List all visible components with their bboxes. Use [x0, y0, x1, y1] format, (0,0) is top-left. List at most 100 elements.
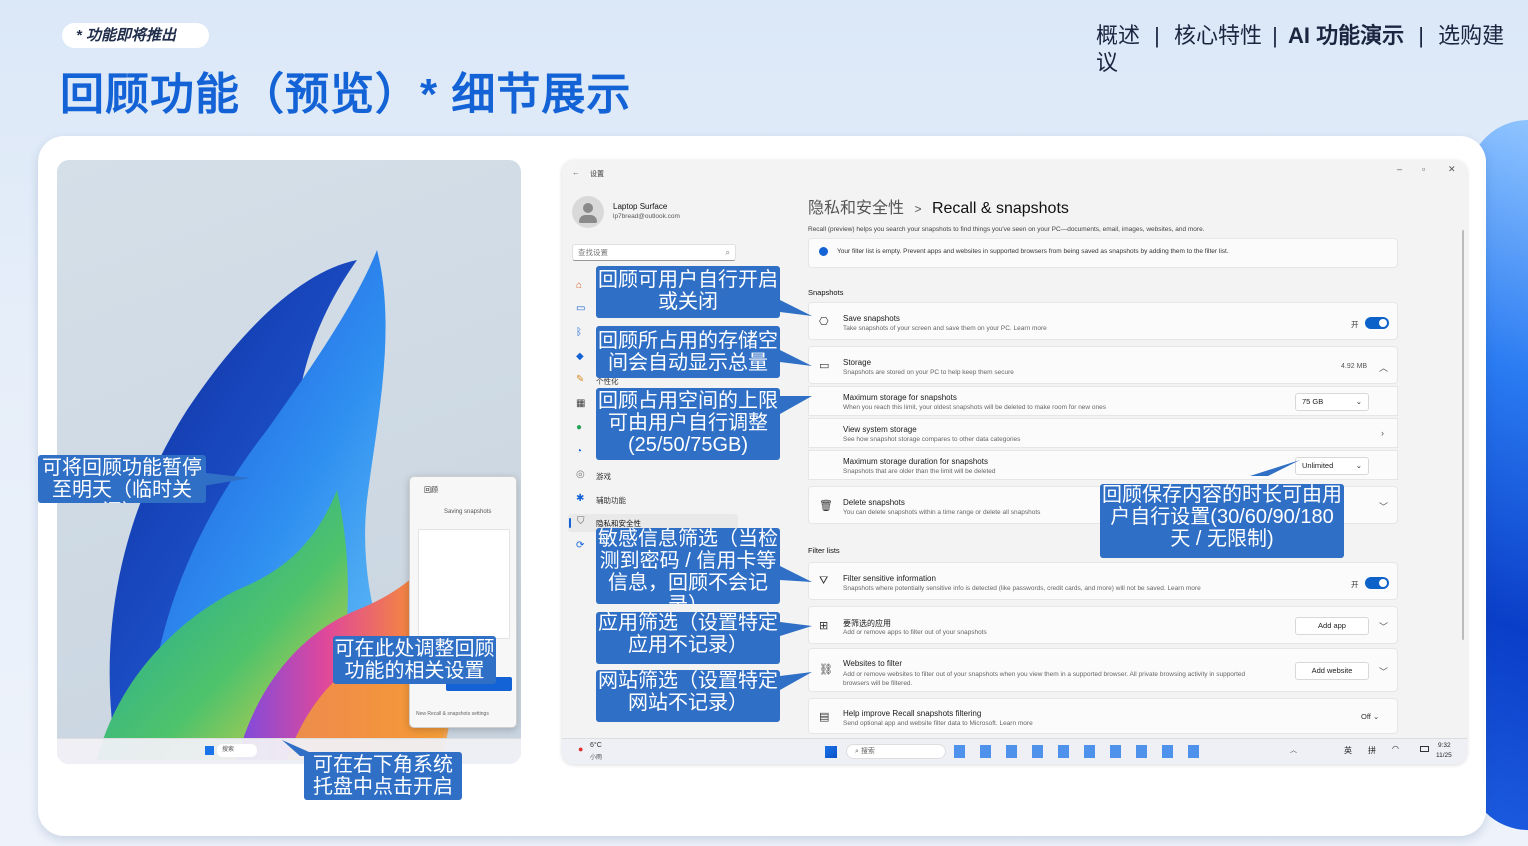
nav-icon-home[interactable]: ⌂ [576, 280, 582, 291]
callout-storage-limit: 回顾占用空间的上限可由用户自行调整(25/50/75GB) [596, 388, 780, 460]
tray-chevron-up-icon[interactable]: ︿ [1290, 745, 1297, 755]
filter-sensitive-toggle[interactable] [1365, 577, 1389, 589]
battery-icon[interactable] [1420, 746, 1429, 752]
apps-filter-row: ⊞ 要筛选的应用 Add or remove apps to filter ou… [808, 606, 1398, 644]
nav-overview[interactable]: 概述 [1096, 23, 1140, 48]
taskbar-search-input[interactable]: ⌕ 搜索 [846, 744, 946, 759]
nav-separator: | [1154, 23, 1160, 48]
windows-start-icon[interactable] [825, 746, 837, 758]
scrollbar[interactable] [1462, 230, 1464, 640]
add-website-button[interactable]: Add website [1295, 662, 1369, 680]
view-storage-row[interactable]: View system storage See how snapshot sto… [808, 418, 1398, 448]
callout-website-filter: 网站筛选（设置特定网站不记录） [596, 670, 780, 722]
info-icon [819, 247, 828, 256]
websites-filter-row: ⛓ Websites to filter Add or remove websi… [808, 648, 1398, 692]
callout-adjust-settings: 可在此处调整回顾功能的相关设置 [333, 636, 496, 684]
shield-icon: ⛉ [577, 516, 585, 527]
nav-item-accessibility[interactable]: 辅助功能 [596, 495, 626, 506]
section-snapshots: Snapshots [808, 288, 844, 297]
nav-icon-gaming[interactable]: ◎ [576, 469, 585, 480]
chevron-down-icon[interactable]: ﹀ [1379, 665, 1388, 678]
clock-time[interactable]: 9:32 [1438, 742, 1451, 749]
nav-item-gaming[interactable]: 游戏 [596, 471, 611, 482]
chevron-up-icon[interactable]: ︿ [1379, 361, 1388, 374]
info-notice: Your filter list is empty. Prevent apps … [808, 238, 1398, 268]
weather-temp: 6°C [590, 742, 602, 749]
callout-app-filter: 应用筛选（设置特定应用不记录） [596, 612, 780, 664]
intro-text: Recall (preview) helps you search your s… [808, 226, 1205, 233]
callout-toggle-recall: 回顾可用户自行开启或关闭 [596, 266, 780, 318]
nav-separator: | [1418, 23, 1424, 48]
duration-row: Maximum storage duration for snapshots S… [808, 450, 1398, 480]
filter-toggle-label: 开 [1351, 580, 1359, 589]
apps-icon: ⊞ [819, 620, 829, 632]
recall-flyout[interactable]: 回顾 Saving snapshots New Recall & snapsho… [409, 476, 517, 728]
breadcrumb-separator: > [914, 202, 922, 216]
coming-soon-badge: * 功能即将推出 [62, 23, 209, 48]
chart-icon: ▤ [819, 711, 830, 723]
minimize-icon[interactable]: – [1397, 164, 1402, 174]
flyout-footer: New Recall & snapshots settings [416, 711, 489, 717]
flyout-status: Saving snapshots [444, 509, 492, 515]
ime-english[interactable]: 英 [1344, 745, 1352, 756]
trash-icon: 🗑 [819, 500, 833, 512]
help-improve-select[interactable]: Off ⌄ [1361, 712, 1379, 721]
nav-icon-time[interactable]: ◔ [576, 446, 582, 457]
chevron-right-icon: › [1381, 428, 1384, 438]
nav-icon-update[interactable]: ⟳ [576, 540, 584, 551]
snapshot-icon: ⎔ [819, 316, 829, 328]
taskbar: ● 6°C 小雨 ⌕ 搜索 ︿ 英 拼 ◠ 9:32 11/25 [562, 738, 1467, 764]
maximize-icon[interactable]: ▫ [1422, 164, 1425, 174]
chevron-down-icon[interactable]: ﹀ [1379, 620, 1388, 633]
close-icon[interactable]: ✕ [1448, 164, 1456, 175]
page-title: 回顾功能（预览）* 细节展示 [60, 70, 632, 119]
section-filter-lists: Filter lists [808, 546, 840, 555]
nav-icon-bluetooth[interactable]: ᛒ [576, 327, 582, 338]
window-titlebar: ← 设置 – ▫ ✕ [562, 160, 1467, 186]
nav-core-features[interactable]: 核心特性 [1174, 23, 1262, 48]
back-icon[interactable]: ← [572, 168, 580, 177]
flyout-settings-list [418, 529, 510, 639]
max-storage-row: Maximum storage for snapshots When you r… [808, 386, 1398, 416]
nav-icon-system[interactable]: ▭ [576, 303, 585, 314]
max-storage-select[interactable]: 75 GB ⌄ [1295, 393, 1369, 411]
window-title: 设置 [590, 171, 604, 178]
callout-pause-recall: 可将回顾功能暂停至明天（临时关闭） [38, 455, 206, 503]
wifi-icon[interactable]: ◠ [1392, 744, 1399, 753]
nav-icon-apps[interactable]: ▦ [576, 398, 585, 409]
weather-icon: ● [578, 744, 584, 754]
callout-storage-total: 回顾所占用的存储空间会自动显示总量 [596, 326, 780, 378]
taskbar-apps[interactable] [954, 745, 1204, 758]
windows-start-icon[interactable] [205, 746, 214, 755]
settings-search-input[interactable]: 查找设置 ⌕ [572, 244, 736, 261]
taskbar-search-box[interactable]: 搜索 [217, 744, 257, 757]
ime-pinyin[interactable]: 拼 [1368, 745, 1376, 756]
nav-ai-demo[interactable]: AI 功能演示 [1288, 23, 1404, 48]
add-app-button[interactable]: Add app [1295, 617, 1369, 635]
chevron-down-icon[interactable]: ﹀ [1379, 500, 1388, 513]
nav-separator: | [1272, 23, 1278, 48]
account-email: lp7bread@outlook.com [613, 213, 680, 220]
callout-sensitive-filter: 敏感信息筛选（当检测到密码 / 信用卡等信息，回顾不会记录） [596, 528, 780, 604]
save-toggle-label: 开 [1351, 320, 1359, 329]
duration-select[interactable]: Unlimited ⌄ [1295, 457, 1369, 475]
filter-icon: ⛛ [819, 575, 829, 587]
search-icon: ⌕ [725, 248, 730, 257]
nav-icon-accessibility[interactable]: ✱ [576, 493, 584, 504]
callout-storage-duration: 回顾保存内容的时长可由用户自行设置(30/60/90/180 天 / 无限制) [1100, 484, 1344, 558]
weather-desc: 小雨 [590, 755, 603, 761]
breadcrumb-parent[interactable]: 隐私和安全性 [808, 200, 904, 217]
nav-icon-network[interactable]: ◆ [576, 351, 584, 362]
nav-icon-accounts[interactable]: ● [576, 422, 582, 433]
avatar[interactable] [572, 196, 604, 228]
save-snapshots-toggle[interactable] [1365, 317, 1389, 329]
link-icon: ⛓ [819, 664, 833, 676]
storage-row[interactable]: ▭ Storage Snapshots are stored on your P… [808, 346, 1398, 384]
help-improve-row: ▤ Help improve Recall snapshots filterin… [808, 698, 1398, 734]
callout-system-tray: 可在右下角系统托盘中点击开启 [304, 752, 462, 800]
nav-icon-personalization[interactable]: ✎ [576, 374, 584, 385]
account-name: Laptop Surface [613, 202, 668, 211]
filter-sensitive-row: ⛛ Filter sensitive information Snapshots… [808, 562, 1398, 600]
storage-icon: ▭ [819, 360, 830, 372]
clock-date[interactable]: 11/25 [1436, 752, 1452, 759]
